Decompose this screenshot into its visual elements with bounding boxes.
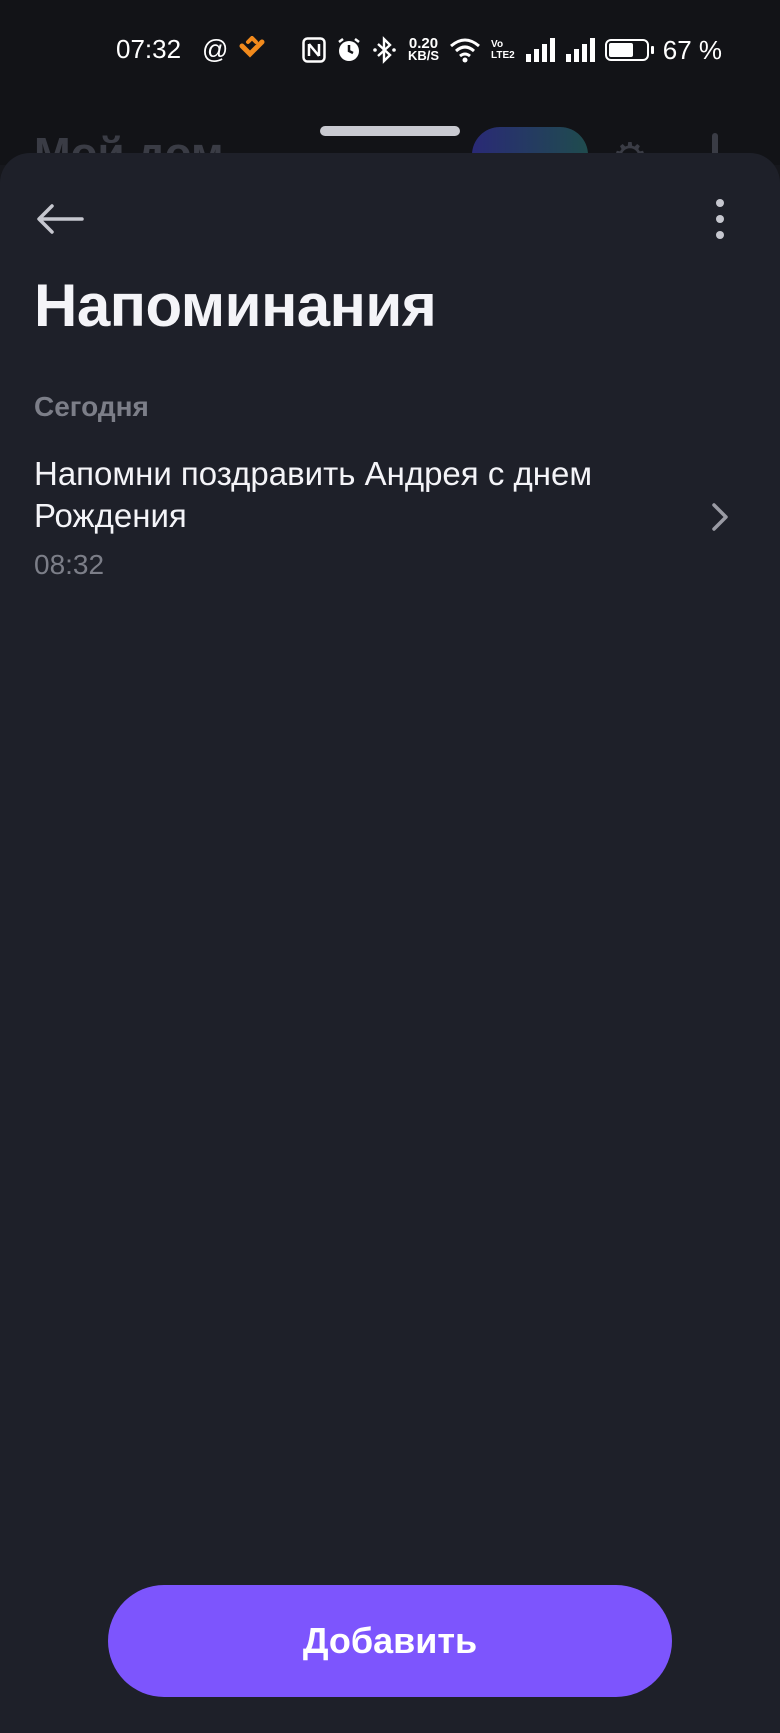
status-bar: 07:32 @ 0.20 KB/S Vo LTE2 67 %: [0, 0, 780, 105]
app-notification-icon: [239, 36, 265, 58]
net-speed-unit: KB/S: [407, 48, 440, 63]
sheet-drag-handle[interactable]: [320, 126, 460, 136]
volte-top: Vo: [491, 39, 504, 50]
more-options-button[interactable]: [700, 189, 740, 249]
status-icons: 0.20 KB/S Vo LTE2 67 %: [302, 30, 722, 70]
alarm-icon: [338, 38, 360, 61]
page-title: Напоминания: [34, 272, 437, 339]
volte-indicator: Vo LTE2: [491, 39, 515, 61]
reminder-item[interactable]: Напомни поздравить Андрея с днем Рождени…: [0, 449, 780, 589]
chevron-right-icon: [706, 499, 734, 535]
reminders-sheet: Напоминания Сегодня Напомни поздравить А…: [0, 153, 780, 1733]
battery-icon: [604, 39, 654, 61]
net-speed: 0.20 KB/S: [407, 36, 440, 63]
bluetooth-icon: [373, 36, 396, 64]
more-vertical-icon: [716, 199, 724, 239]
arrow-left-icon: [37, 204, 84, 234]
battery-percent: 67 %: [662, 34, 722, 65]
reminder-text: Напомни поздравить Андрея с днем Рождени…: [34, 455, 593, 534]
signal-icon-2: [565, 38, 595, 62]
status-time: 07:32: [116, 34, 182, 64]
back-button[interactable]: [30, 189, 90, 249]
reminder-time: 08:32: [34, 549, 105, 580]
notification-at-icon: @: [202, 34, 229, 64]
battery-fill: [608, 43, 633, 57]
wifi-icon: [450, 38, 480, 63]
nfc-icon: [302, 37, 326, 63]
section-label-today: Сегодня: [34, 391, 149, 422]
signal-icon: [525, 38, 555, 62]
volte-bottom: LTE2: [491, 50, 515, 61]
screen: 07:32 @ 0.20 KB/S Vo LTE2 67 % Мой дом ⚙…: [0, 0, 780, 1733]
add-button[interactable]: Добавить: [108, 1585, 672, 1697]
